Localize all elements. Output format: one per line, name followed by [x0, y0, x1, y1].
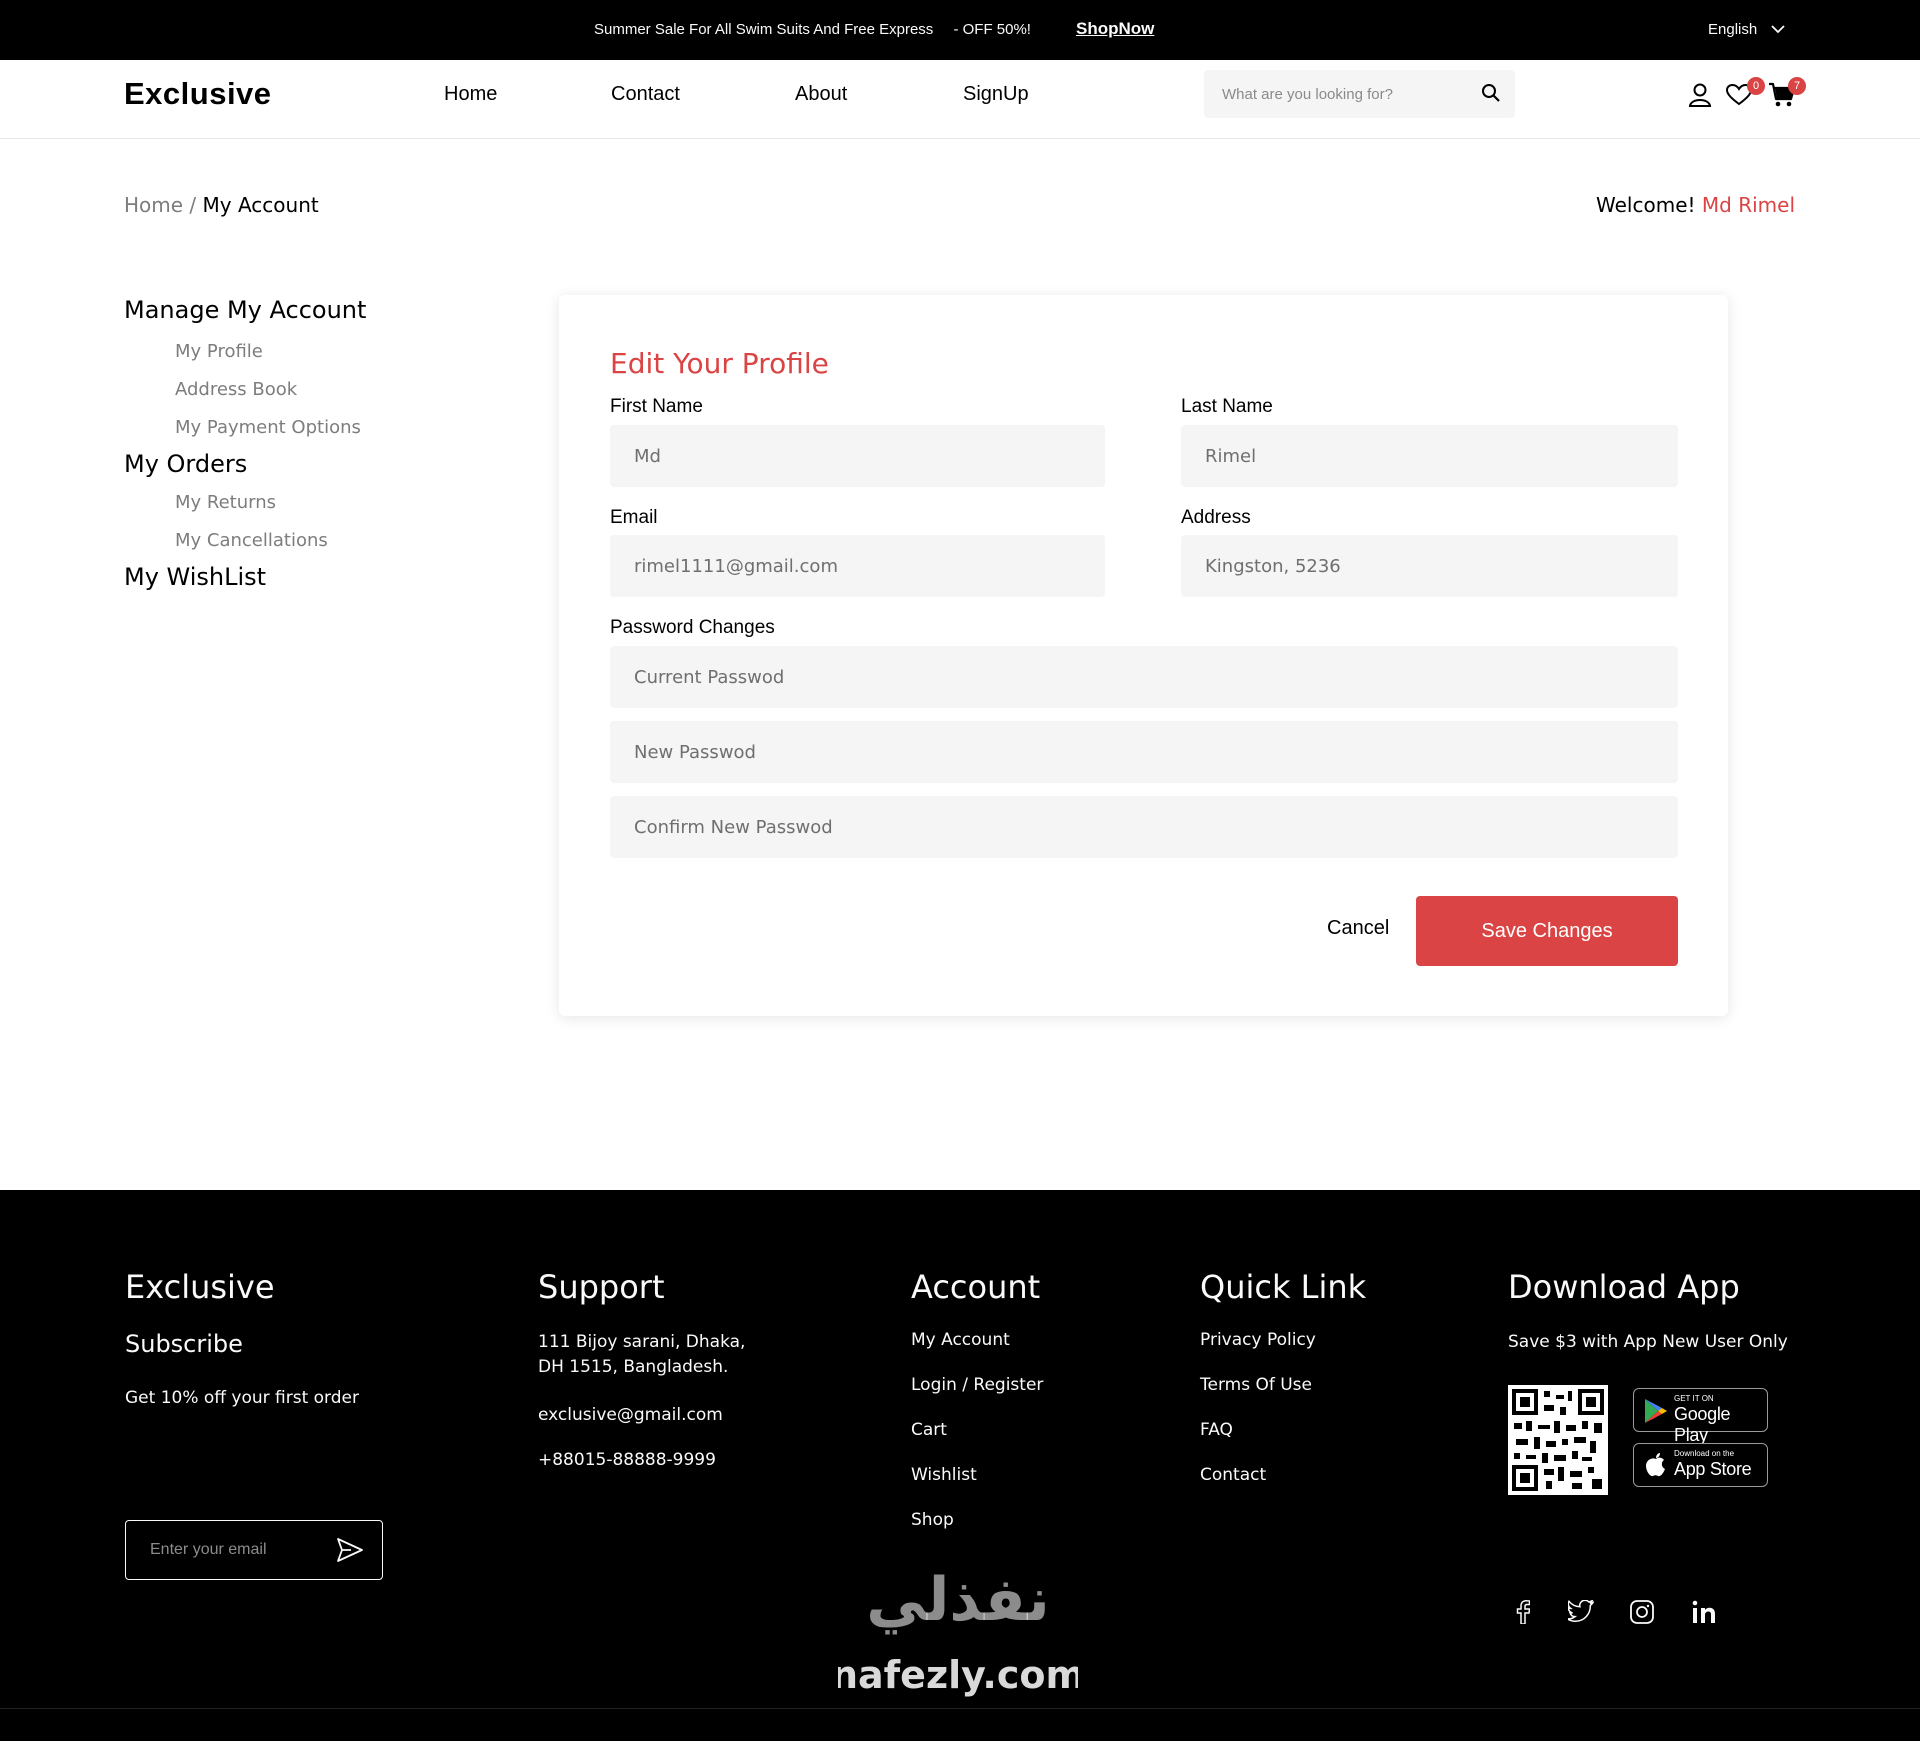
footer-support-phone[interactable]: +88015-88888-9999: [538, 1450, 745, 1470]
sidebar-item-payment-options[interactable]: My Payment Options: [175, 417, 366, 438]
sidebar-heading-my-wishlist[interactable]: My WishList: [124, 563, 366, 591]
google-play-small-text: GET IT ON: [1674, 1394, 1714, 1403]
welcome-prefix: Welcome!: [1596, 193, 1696, 217]
search-input[interactable]: [1222, 70, 1472, 118]
first-name-label: First Name: [610, 396, 703, 417]
footer-link-login-register[interactable]: Login / Register: [911, 1375, 1043, 1395]
footer-download-subtitle: Save $3 with App New User Only: [1508, 1332, 1788, 1352]
footer-support-column: Support 111 Bijoy sarani, Dhaka, DH 1515…: [538, 1268, 745, 1495]
nav-about[interactable]: About: [795, 83, 847, 106]
google-play-button[interactable]: GET IT ON Google Play: [1633, 1388, 1768, 1445]
nav-contact[interactable]: Contact: [611, 83, 680, 106]
footer-link-my-account[interactable]: My Account: [911, 1330, 1043, 1350]
shop-now-link[interactable]: ShopNow: [1076, 19, 1154, 39]
subscribe-box: [125, 1520, 383, 1580]
promo-text: Summer Sale For All Swim Suits And Free …: [594, 21, 1031, 38]
breadcrumb: Home / My Account: [124, 193, 319, 217]
language-label: English: [1708, 21, 1758, 38]
breadcrumb-current: My Account: [202, 193, 319, 217]
breadcrumb-separator: /: [189, 193, 197, 217]
footer-link-terms-of-use[interactable]: Terms Of Use: [1200, 1375, 1366, 1395]
current-password-input[interactable]: [610, 646, 1678, 708]
footer-link-shop[interactable]: Shop: [911, 1510, 1043, 1530]
footer-subscribe-title: Subscribe: [125, 1330, 243, 1358]
svg-text:نفذلي: نفذلي: [866, 1565, 1050, 1635]
footer-link-cart[interactable]: Cart: [911, 1420, 1043, 1440]
user-name: Md Rimel: [1701, 193, 1795, 217]
app-store-small-text: Download on the: [1674, 1449, 1735, 1458]
site-header: Exclusive Home Contact About SignUp 0 7: [0, 60, 1920, 139]
footer-support-email[interactable]: exclusive@gmail.com: [538, 1405, 745, 1425]
instagram-icon[interactable]: [1630, 1600, 1654, 1624]
apple-icon: [1646, 1453, 1665, 1477]
footer-brand-column: Exclusive Subscribe Get 10% off your fir…: [125, 1268, 383, 1580]
last-name-label: Last Name: [1181, 396, 1273, 417]
sidebar-heading-my-orders[interactable]: My Orders: [124, 450, 366, 478]
footer-quick-link-column: Quick Link Privacy Policy Terms Of Use F…: [1200, 1268, 1366, 1510]
footer-offer-text: Get 10% off your first order: [125, 1388, 359, 1408]
account-sidebar: Manage My Account My Profile Address Boo…: [124, 296, 366, 591]
send-icon[interactable]: [336, 1537, 364, 1563]
footer-brand-title: Exclusive: [125, 1268, 275, 1306]
first-name-input[interactable]: [610, 425, 1105, 487]
google-play-big-text: Google Play: [1674, 1404, 1731, 1445]
cancel-button[interactable]: Cancel: [1327, 917, 1389, 940]
footer-link-wishlist[interactable]: Wishlist: [911, 1465, 1043, 1485]
sidebar-heading-manage-account[interactable]: Manage My Account: [124, 296, 366, 324]
last-name-input[interactable]: [1181, 425, 1678, 487]
confirm-password-input[interactable]: [610, 796, 1678, 858]
search-icon[interactable]: [1481, 83, 1501, 103]
qr-code: [1508, 1385, 1608, 1495]
wishlist-count-badge: 0: [1747, 77, 1765, 95]
footer-link-contact[interactable]: Contact: [1200, 1465, 1366, 1485]
footer-account-title: Account: [911, 1268, 1041, 1306]
site-footer: Exclusive Subscribe Get 10% off your fir…: [0, 1190, 1920, 1741]
cart-count-badge: 7: [1788, 77, 1806, 95]
app-store-big-text: App Store: [1674, 1459, 1752, 1479]
email-label: Email: [610, 507, 658, 528]
save-changes-button[interactable]: Save Changes: [1416, 896, 1678, 966]
sidebar-item-my-cancellations[interactable]: My Cancellations: [175, 530, 366, 551]
address-input[interactable]: [1181, 535, 1678, 597]
edit-profile-title: Edit Your Profile: [610, 347, 829, 380]
password-changes-label: Password Changes: [610, 617, 775, 638]
linkedin-icon[interactable]: [1692, 1600, 1716, 1624]
welcome-message: Welcome! Md Rimel: [1596, 193, 1795, 217]
address-label: Address: [1181, 507, 1251, 528]
user-icon[interactable]: [1688, 82, 1712, 108]
sidebar-item-my-profile[interactable]: My Profile: [175, 341, 366, 362]
footer-account-column: Account My Account Login / Register Cart…: [911, 1268, 1043, 1555]
logo[interactable]: Exclusive: [124, 76, 272, 112]
footer-download-title: Download App: [1508, 1268, 1740, 1306]
new-password-input[interactable]: [610, 721, 1678, 783]
footer-quick-link-title: Quick Link: [1200, 1268, 1367, 1306]
app-store-button[interactable]: Download on the App Store: [1633, 1443, 1768, 1487]
chevron-down-icon: [1771, 25, 1785, 34]
promo-discount: - OFF 50%!: [953, 21, 1031, 38]
google-play-icon: [1645, 1399, 1667, 1423]
footer-link-privacy-policy[interactable]: Privacy Policy: [1200, 1330, 1366, 1350]
footer-link-faq[interactable]: FAQ: [1200, 1420, 1366, 1440]
footer-address-line2: DH 1515, Bangladesh.: [538, 1357, 729, 1377]
promo-message: Summer Sale For All Swim Suits And Free …: [594, 21, 934, 38]
top-banner: Summer Sale For All Swim Suits And Free …: [0, 0, 1920, 60]
footer-support-title: Support: [538, 1268, 665, 1306]
search-box: [1204, 70, 1515, 118]
subscribe-email-input[interactable]: [150, 1521, 330, 1578]
footer-download-column: Download App Save $3 with App New User O…: [1508, 1268, 1808, 1648]
sidebar-item-address-book[interactable]: Address Book: [175, 379, 366, 400]
email-input[interactable]: [610, 535, 1105, 597]
sidebar-item-my-returns[interactable]: My Returns: [175, 492, 366, 513]
nafezly-watermark-logo: نفذلي nafezly.com: [838, 1565, 1078, 1697]
nav-home[interactable]: Home: [444, 83, 497, 106]
language-selector[interactable]: English: [1708, 21, 1785, 38]
footer-address-line1: 111 Bijoy sarani, Dhaka,: [538, 1332, 746, 1352]
facebook-icon[interactable]: [1516, 1600, 1530, 1624]
edit-profile-card: Edit Your Profile First Name Last Name E…: [559, 295, 1728, 1016]
breadcrumb-home[interactable]: Home: [124, 193, 183, 217]
nav-signup[interactable]: SignUp: [963, 83, 1029, 106]
watermark-text: nafezly.com: [838, 1653, 1078, 1697]
twitter-icon[interactable]: [1568, 1600, 1594, 1622]
